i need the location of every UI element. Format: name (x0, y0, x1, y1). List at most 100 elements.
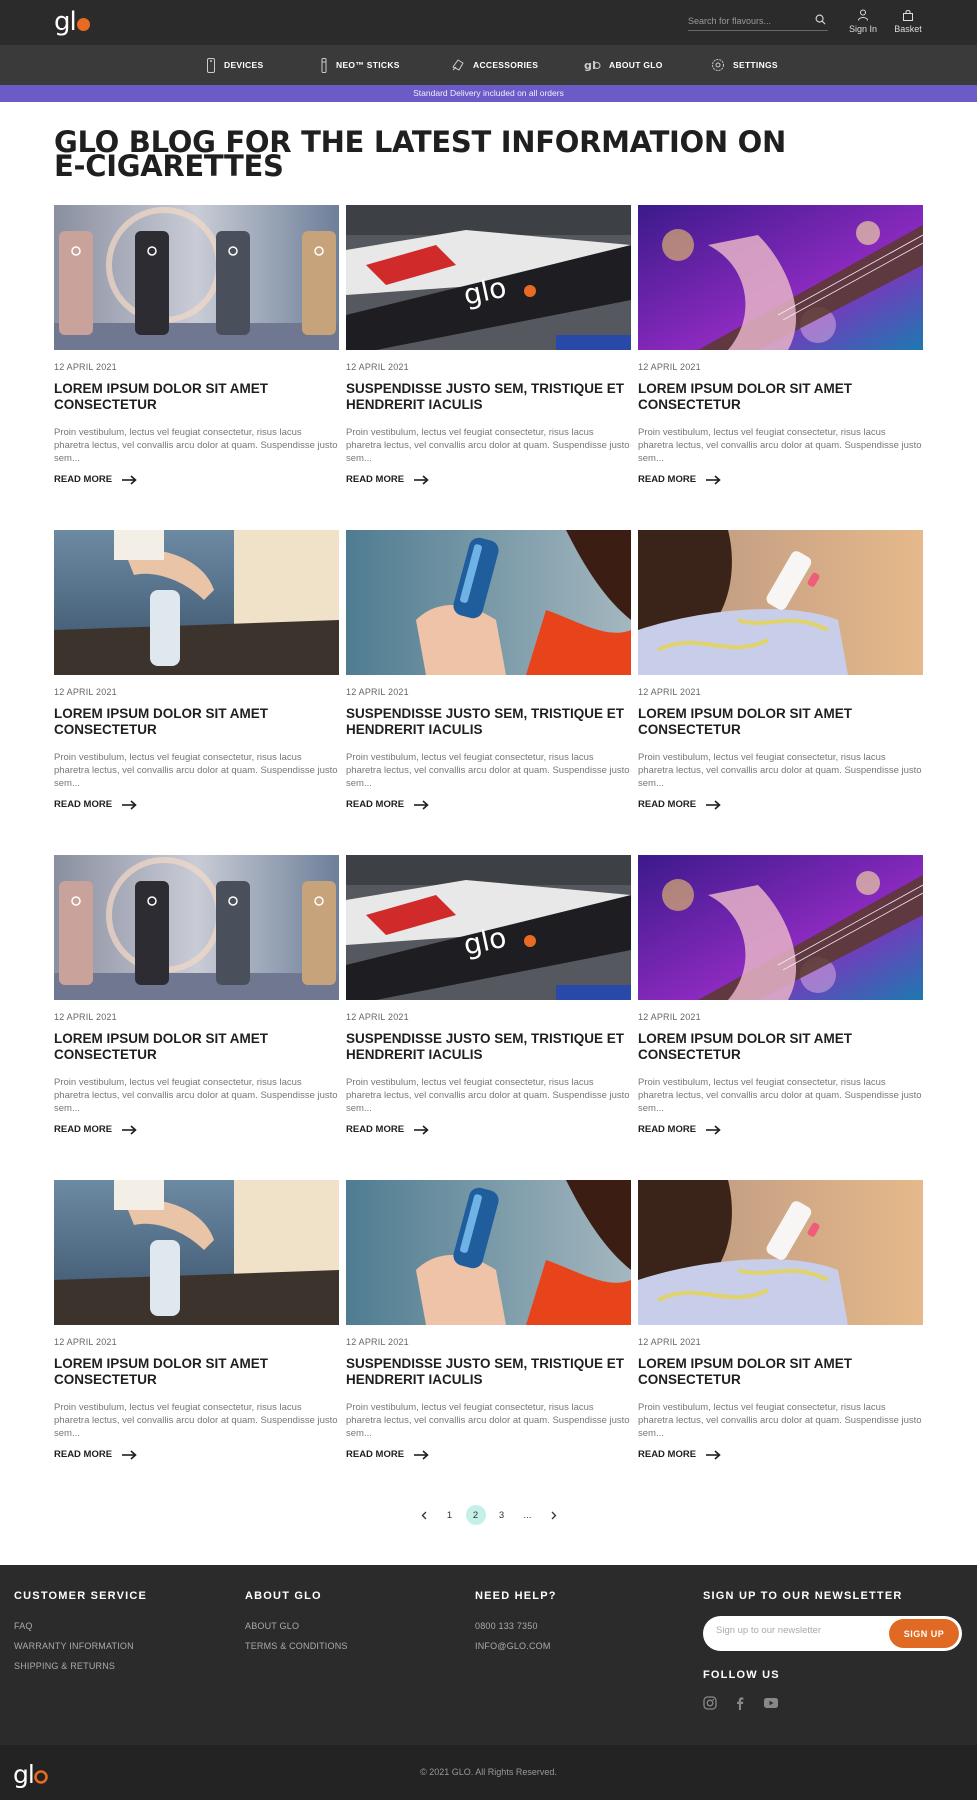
blog-card-title[interactable]: SUSPENDISSE JUSTO SEM, TRISTIQUE ET HEND… (346, 1356, 631, 1388)
read-more-link[interactable]: READ MORE (346, 1124, 631, 1135)
glo-logo[interactable]: gl (54, 9, 90, 35)
copyright-text: © 2021 GLO. All Rights Reserved. (420, 1767, 557, 1777)
blog-card-title[interactable]: LOREM IPSUM DOLOR SIT AMET CONSECTETUR (54, 706, 339, 738)
basket-icon (903, 10, 913, 21)
blog-card-excerpt: Proin vestibulum, lectus vel feugiat con… (346, 1402, 630, 1439)
prev-page-button[interactable] (414, 1505, 434, 1525)
blog-card[interactable]: 12 APRIL 2021 LOREM IPSUM DOLOR SIT AMET… (54, 205, 339, 485)
nav-item-settings[interactable]: SETTINGS (711, 45, 778, 85)
blog-card-title[interactable]: LOREM IPSUM DOLOR SIT AMET CONSECTETUR (54, 1356, 339, 1388)
blog-card[interactable]: glo 12 APRIL 2021 SUSPENDISSE JUSTO SEM,… (346, 205, 631, 485)
blog-card[interactable]: glo 12 APRIL 2021 SUSPENDISSE JUSTO SEM,… (346, 855, 631, 1135)
blog-card-date: 12 APRIL 2021 (54, 1012, 117, 1022)
arrow-right-icon (122, 799, 137, 810)
blog-card-title[interactable]: LOREM IPSUM DOLOR SIT AMET CONSECTETUR (638, 706, 923, 738)
blog-card-excerpt: Proin vestibulum, lectus vel feugiat con… (54, 1077, 338, 1114)
blog-card-title[interactable]: SUSPENDISSE JUSTO SEM, TRISTIQUE ET HEND… (346, 381, 631, 413)
footer-link-terms[interactable]: TERMS & CONDITIONS (245, 1641, 348, 1651)
next-page-button[interactable] (544, 1505, 564, 1525)
blog-card-image[interactable] (638, 855, 923, 1000)
blog-card-image[interactable] (638, 530, 923, 675)
footer-customer-service: CUSTOMER SERVICE FAQ WARRANTY INFORMATIO… (14, 1590, 147, 1681)
read-more-link[interactable]: READ MORE (638, 1124, 923, 1135)
read-more-link[interactable]: READ MORE (54, 1449, 339, 1460)
read-more-label: READ MORE (346, 1124, 405, 1135)
read-more-link[interactable]: READ MORE (346, 1449, 631, 1460)
gear-icon (712, 59, 724, 71)
page-title: GLO BLOG FOR THE LATEST INFORMATION ON E… (54, 125, 786, 183)
blog-card-excerpt: Proin vestibulum, lectus vel feugiat con… (346, 1077, 630, 1114)
blog-card-title[interactable]: SUSPENDISSE JUSTO SEM, TRISTIQUE ET HEND… (346, 1031, 631, 1063)
newsletter-email-input[interactable] (716, 1625, 876, 1636)
facebook-icon[interactable] (733, 1696, 747, 1715)
page-ellipsis[interactable]: ... (518, 1505, 538, 1525)
footer-link-warranty[interactable]: WARRANTY INFORMATION (14, 1641, 147, 1651)
blog-card-image[interactable] (54, 855, 339, 1000)
blog-card-image[interactable] (638, 205, 923, 350)
blog-card-date: 12 APRIL 2021 (638, 1337, 701, 1347)
blog-card-title[interactable]: SUSPENDISSE JUSTO SEM, TRISTIQUE ET HEND… (346, 706, 631, 738)
blog-card[interactable]: 12 APRIL 2021 LOREM IPSUM DOLOR SIT AMET… (54, 855, 339, 1135)
blog-card-title[interactable]: LOREM IPSUM DOLOR SIT AMET CONSECTETUR (54, 1031, 339, 1063)
blog-card-date: 12 APRIL 2021 (346, 1337, 409, 1347)
read-more-link[interactable]: READ MORE (638, 1449, 923, 1460)
search-icon[interactable] (815, 14, 826, 25)
blog-card[interactable]: 12 APRIL 2021 LOREM IPSUM DOLOR SIT AMET… (54, 530, 339, 810)
blog-card-title[interactable]: LOREM IPSUM DOLOR SIT AMET CONSECTETUR (54, 381, 339, 413)
blog-card-date: 12 APRIL 2021 (346, 362, 409, 372)
read-more-link[interactable]: READ MORE (54, 1124, 339, 1135)
page-button-3[interactable]: 3 (492, 1505, 512, 1525)
blog-card[interactable]: 12 APRIL 2021 SUSPENDISSE JUSTO SEM, TRI… (346, 1180, 631, 1460)
blog-card-excerpt: Proin vestibulum, lectus vel feugiat con… (54, 752, 338, 789)
sign-in-button[interactable]: Sign In (846, 9, 880, 34)
blog-card-image[interactable] (54, 205, 339, 350)
nav-item-devices[interactable]: DEVICES (206, 45, 263, 85)
footer-phone-link[interactable]: 0800 133 7350 (475, 1621, 557, 1631)
blog-card-image[interactable]: glo (346, 205, 631, 350)
youtube-icon[interactable] (763, 1696, 779, 1715)
read-more-link[interactable]: READ MORE (638, 474, 923, 485)
page-button-2[interactable]: 2 (465, 1505, 486, 1525)
read-more-link[interactable]: READ MORE (346, 799, 631, 810)
blog-card-title[interactable]: LOREM IPSUM DOLOR SIT AMET CONSECTETUR (638, 1031, 923, 1063)
blog-card[interactable]: 12 APRIL 2021 LOREM IPSUM DOLOR SIT AMET… (638, 205, 923, 485)
basket-button[interactable]: Basket (891, 9, 925, 34)
blog-card-image[interactable] (638, 1180, 923, 1325)
nav-item-neo-sticks[interactable]: NEO™ STICKS (320, 45, 400, 85)
footer-link-shipping[interactable]: SHIPPING & RETURNS (14, 1661, 147, 1671)
blog-card-date: 12 APRIL 2021 (638, 687, 701, 697)
instagram-icon[interactable] (703, 1696, 717, 1715)
blog-card[interactable]: 12 APRIL 2021 LOREM IPSUM DOLOR SIT AMET… (638, 530, 923, 810)
blog-card-date: 12 APRIL 2021 (346, 1012, 409, 1022)
blog-card[interactable]: 12 APRIL 2021 LOREM IPSUM DOLOR SIT AMET… (638, 1180, 923, 1460)
blog-card-title[interactable]: LOREM IPSUM DOLOR SIT AMET CONSECTETUR (638, 1356, 923, 1388)
blog-card-image[interactable] (54, 1180, 339, 1325)
nav-item-about-glo[interactable]: gl ABOUT GLO (584, 45, 663, 85)
blog-card[interactable]: 12 APRIL 2021 LOREM IPSUM DOLOR SIT AMET… (638, 855, 923, 1135)
blog-card-image[interactable] (346, 530, 631, 675)
footer-heading: CUSTOMER SERVICE (14, 1590, 148, 1602)
search-input[interactable] (688, 12, 806, 30)
read-more-link[interactable]: READ MORE (346, 474, 631, 485)
footer-heading: NEED HELP? (475, 1590, 557, 1602)
chevron-right-icon (551, 1511, 556, 1519)
blog-card-image[interactable] (54, 530, 339, 675)
footer-link-about[interactable]: ABOUT GLO (245, 1621, 348, 1631)
read-more-link[interactable]: READ MORE (54, 799, 339, 810)
blog-card-image[interactable]: glo (346, 855, 631, 1000)
blog-card[interactable]: 12 APRIL 2021 SUSPENDISSE JUSTO SEM, TRI… (346, 530, 631, 810)
sign-up-button[interactable]: SIGN UP (889, 1619, 959, 1648)
delivery-banner: Standard Delivery included on all orders (0, 85, 977, 102)
blog-card-image[interactable] (346, 1180, 631, 1325)
read-more-link[interactable]: READ MORE (54, 474, 339, 485)
read-more-link[interactable]: READ MORE (638, 799, 923, 810)
logo-text: gl (54, 7, 77, 37)
footer-link-faq[interactable]: FAQ (14, 1621, 147, 1631)
social-links (703, 1696, 795, 1715)
blog-card-title[interactable]: LOREM IPSUM DOLOR SIT AMET CONSECTETUR (638, 381, 923, 413)
page-button-1[interactable]: 1 (440, 1505, 460, 1525)
footer-email-link[interactable]: INFO@GLO.COM (475, 1641, 557, 1651)
blog-card[interactable]: 12 APRIL 2021 LOREM IPSUM DOLOR SIT AMET… (54, 1180, 339, 1460)
nav-item-accessories[interactable]: ACCESSORIES (451, 45, 538, 85)
blog-card-date: 12 APRIL 2021 (638, 1012, 701, 1022)
